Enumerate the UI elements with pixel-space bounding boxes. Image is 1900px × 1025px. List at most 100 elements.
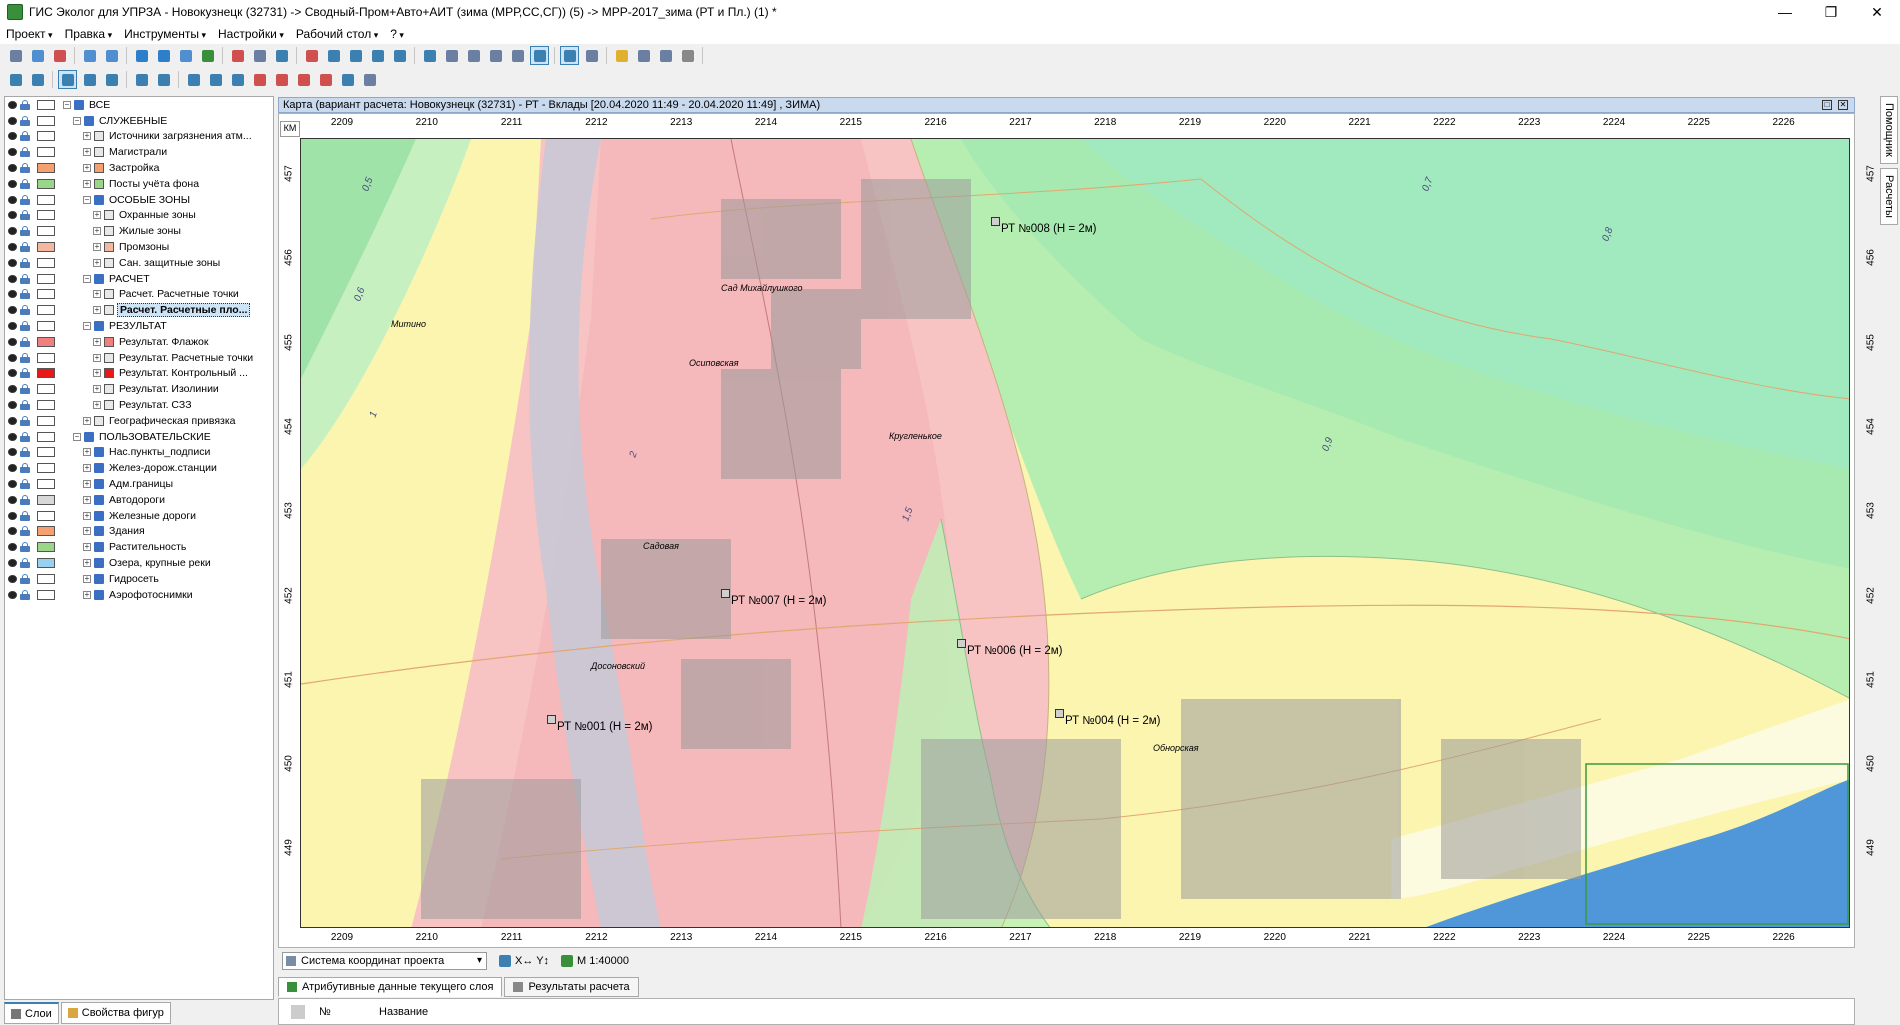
duplicate-button[interactable] <box>346 46 365 65</box>
rt-marker-006[interactable] <box>957 639 966 648</box>
menu-help[interactable]: ? <box>384 27 410 41</box>
delete-button[interactable] <box>228 46 247 65</box>
split-button[interactable] <box>390 46 409 65</box>
expand-icon[interactable]: + <box>93 306 101 315</box>
visibility-eye-icon[interactable] <box>8 322 17 331</box>
expand-icon[interactable]: + <box>83 511 91 520</box>
layer-color-swatch[interactable] <box>37 336 55 347</box>
layer-color-swatch[interactable] <box>37 431 55 442</box>
expand-icon[interactable]: + <box>83 148 91 157</box>
visibility-eye-icon[interactable] <box>8 511 17 520</box>
tab-assistant[interactable]: Помощник <box>1880 96 1898 164</box>
expand-icon[interactable]: + <box>93 258 101 267</box>
layer-row[interactable]: + Здания <box>5 524 273 540</box>
lock-icon[interactable] <box>20 178 30 189</box>
circle-button[interactable] <box>338 70 357 89</box>
collapse-icon[interactable]: − <box>83 274 91 283</box>
layer-row[interactable]: + Гидросеть <box>5 571 273 587</box>
visibility-eye-icon[interactable] <box>8 543 17 552</box>
layer-color-swatch[interactable] <box>37 178 55 189</box>
visibility-eye-icon[interactable] <box>8 353 17 362</box>
map-view-button[interactable] <box>530 46 549 65</box>
layer-color-swatch[interactable] <box>37 305 55 316</box>
expand-icon[interactable]: + <box>93 353 101 362</box>
expand-icon[interactable]: + <box>93 243 101 252</box>
target-button[interactable] <box>360 70 379 89</box>
layer-row[interactable]: + Адм.границы <box>5 476 273 492</box>
layer-color-swatch[interactable] <box>37 226 55 237</box>
layer-color-swatch[interactable] <box>37 352 55 363</box>
join-button[interactable] <box>294 70 313 89</box>
rt-marker-007[interactable] <box>721 589 730 598</box>
redo-button[interactable] <box>102 46 121 65</box>
delete-node-button[interactable] <box>250 70 269 89</box>
visibility-eye-icon[interactable] <box>8 211 17 220</box>
menu-desktop[interactable]: Рабочий стол <box>290 27 384 41</box>
open-button[interactable] <box>6 46 25 65</box>
collapse-icon[interactable]: − <box>73 432 81 441</box>
layer-row[interactable]: + Нас.пункты_подписи <box>5 445 273 461</box>
layer-row[interactable]: + Железные дороги <box>5 508 273 524</box>
visibility-eye-icon[interactable] <box>8 195 17 204</box>
visibility-eye-icon[interactable] <box>8 559 17 567</box>
layer-row[interactable]: + Результат. Флажок <box>5 334 273 350</box>
select-button[interactable] <box>132 46 151 65</box>
layer-row[interactable]: + Результат. СЗЗ <box>5 397 273 413</box>
layer-row[interactable]: − ВСЕ <box>5 97 273 113</box>
layer-row[interactable]: + Сан. защитные зоны <box>5 255 273 271</box>
visibility-eye-icon[interactable] <box>8 243 17 252</box>
visibility-eye-icon[interactable] <box>8 369 17 378</box>
undo-button[interactable] <box>80 46 99 65</box>
layer-button[interactable] <box>6 70 25 89</box>
zoom-in-button[interactable] <box>154 46 173 65</box>
lock-icon[interactable] <box>20 115 30 126</box>
minimize-button[interactable]: — <box>1762 0 1808 24</box>
lock-icon[interactable] <box>20 242 30 253</box>
visibility-eye-icon[interactable] <box>8 306 17 315</box>
lock-icon[interactable] <box>20 510 30 521</box>
paste-button[interactable] <box>324 46 343 65</box>
collapse-icon[interactable]: − <box>83 195 91 204</box>
tab-calc-results[interactable]: Результаты расчета <box>504 977 639 997</box>
zoom-out-button[interactable] <box>176 46 195 65</box>
move-button[interactable] <box>132 70 151 89</box>
visibility-eye-icon[interactable] <box>8 290 17 299</box>
pointer-button[interactable] <box>58 70 77 89</box>
layer-row[interactable]: + Источники загрязнения атм... <box>5 129 273 145</box>
layer-color-swatch[interactable] <box>37 447 55 458</box>
layer-row[interactable]: + Результат. Расчетные точки <box>5 350 273 366</box>
fit-button[interactable] <box>560 46 579 65</box>
copy-button[interactable] <box>272 46 291 65</box>
expand-icon[interactable]: + <box>83 179 91 188</box>
layer-color-swatch[interactable] <box>37 163 55 174</box>
layer-row[interactable]: + Автодороги <box>5 492 273 508</box>
expand-icon[interactable]: + <box>93 401 101 410</box>
layer-row[interactable]: − ОСОБЫЕ ЗОНЫ <box>5 192 273 208</box>
layer-color-swatch[interactable] <box>37 289 55 300</box>
lock-icon[interactable] <box>20 147 30 158</box>
map-close-button[interactable]: ✕ <box>1838 100 1848 110</box>
lock-icon[interactable] <box>20 415 30 426</box>
layer-color-swatch[interactable] <box>37 321 55 332</box>
visibility-eye-icon[interactable] <box>8 164 17 173</box>
lock-icon[interactable] <box>20 400 30 411</box>
visibility-eye-icon[interactable] <box>8 385 17 394</box>
visibility-eye-icon[interactable] <box>8 337 17 346</box>
visibility-eye-icon[interactable] <box>8 432 17 441</box>
lock-icon[interactable] <box>20 573 30 584</box>
layer-color-swatch[interactable] <box>37 415 55 426</box>
tab-calculations[interactable]: Расчеты <box>1880 167 1898 225</box>
expand-icon[interactable]: + <box>83 132 91 141</box>
map-restore-button[interactable]: □ <box>1822 100 1832 110</box>
expand-icon[interactable]: + <box>83 559 91 567</box>
select-node-button[interactable] <box>80 70 99 89</box>
layer-row[interactable]: + Растительность <box>5 539 273 555</box>
expand-icon[interactable]: + <box>83 590 91 599</box>
lock-icon[interactable] <box>20 526 30 537</box>
lock-icon[interactable] <box>20 226 30 237</box>
layer-color-swatch[interactable] <box>37 573 55 584</box>
layer-color-swatch[interactable] <box>37 257 55 268</box>
visibility-eye-icon[interactable] <box>8 480 17 489</box>
lock-icon[interactable] <box>20 163 30 174</box>
layer-row[interactable]: + Магистрали <box>5 144 273 160</box>
